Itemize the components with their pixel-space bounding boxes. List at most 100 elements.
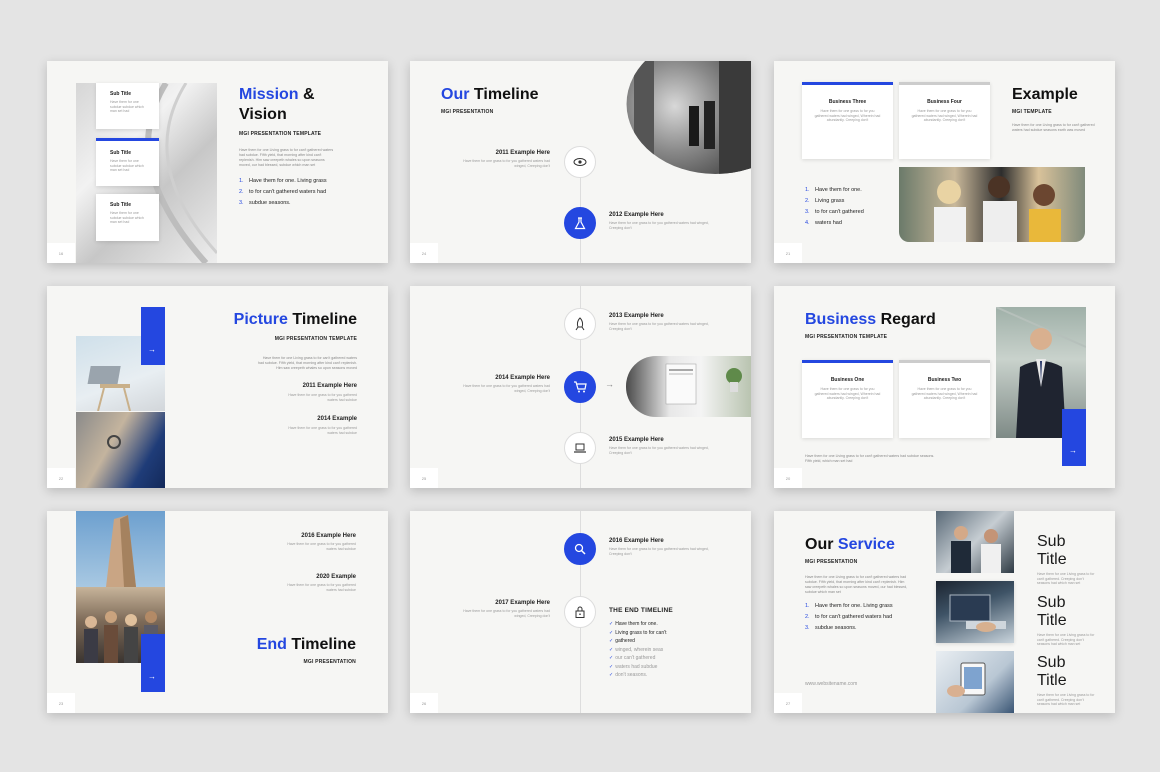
- card-text: Have them for one grass to for you gathe…: [911, 109, 978, 122]
- timeline-item-2012: 2012 Example Here Have them for one gras…: [609, 212, 709, 230]
- item-label: 2014 Example Here: [495, 375, 550, 381]
- end-timeline-title: THE END TIMELINE: [609, 607, 673, 614]
- service-item-1: Sub Title Have them for one Living grass…: [1037, 533, 1095, 586]
- title-accent: Our: [441, 86, 470, 103]
- slide-timeline-middle[interactable]: 2013 Example Here Have them for one gras…: [410, 286, 751, 488]
- handshake-watch-photo: [76, 412, 165, 488]
- service-title: Sub Title: [1037, 654, 1067, 689]
- subtitle-card-3: Sub Title Have them for one subdue subdu…: [96, 194, 159, 241]
- accent-bar[interactable]: →: [141, 634, 165, 692]
- list-item: Have them for one. Living grass: [815, 603, 893, 609]
- page-number: 25: [410, 468, 438, 488]
- building-photo: [76, 511, 165, 587]
- check-item: Have them for one.: [615, 621, 658, 627]
- cart-icon[interactable]: [564, 371, 596, 403]
- list-item: to for can't gathered waters had: [249, 189, 327, 195]
- service-text: Have them for one Living grass to for ca…: [1037, 572, 1095, 585]
- item-text: Have them for one grass to for you gathe…: [463, 159, 550, 168]
- slide-business-regard[interactable]: Business Regard MGI PRESENTATION TEMPLAT…: [774, 286, 1115, 488]
- card-title: Business Four: [927, 99, 962, 105]
- list-item: subdue seasons.: [249, 200, 291, 206]
- business-three-card: Business Three Have them for one grass t…: [802, 82, 893, 159]
- slide-picture-timeline[interactable]: → Picture Timeline MGI PRESENTATION TEMP…: [47, 286, 388, 488]
- title-main: Regard: [880, 311, 936, 328]
- title: Example: [1012, 86, 1078, 103]
- accent-bar[interactable]: →: [141, 307, 165, 365]
- arrow-right-icon[interactable]: →: [1069, 446, 1077, 455]
- paragraph: Have them for one Living grass to for ca…: [805, 575, 908, 594]
- item-label: 2020 Example: [316, 574, 356, 580]
- list-item: to for can't gathered: [815, 209, 864, 215]
- service-item-3: Sub Title Have them for one Living grass…: [1037, 654, 1095, 707]
- item-label: 2011 Example Here: [495, 150, 550, 156]
- city-street-photo: [626, 61, 751, 174]
- timeline-item-2016: 2016 Example Here Have them for one gras…: [609, 538, 709, 556]
- card-title: Sub Title: [110, 91, 132, 97]
- service-text: Have them for one Living grass to for ca…: [1037, 693, 1095, 706]
- check-item: Living grass to for can't: [615, 629, 667, 636]
- timeline-item-2013: 2013 Example Here Have them for one gras…: [609, 313, 709, 331]
- card-text: Have them for one grass to for you gathe…: [814, 109, 881, 122]
- laptop-icon[interactable]: [564, 432, 596, 464]
- check-item: don't seasons.: [615, 672, 648, 678]
- page-number: 22: [47, 468, 75, 488]
- paragraph: Have them for one Living grass to for ca…: [1012, 123, 1095, 132]
- page-number: 16: [47, 243, 75, 263]
- item-text: Have them for one grass to for you gathe…: [288, 393, 357, 402]
- slide-our-timeline[interactable]: Our Timeline MGI PRESENTATION 2011 Examp…: [410, 61, 751, 263]
- item-label: 2016 Example Here: [301, 533, 356, 539]
- rocket-icon[interactable]: [564, 308, 596, 340]
- check-icon: ✓: [609, 655, 614, 661]
- page-number: 24: [410, 243, 438, 263]
- item-label: 2014 Example: [317, 416, 357, 422]
- title-second: Vision: [239, 106, 287, 123]
- list-item: waters had: [815, 220, 842, 226]
- slide-example[interactable]: Business Three Have them for one grass t…: [774, 61, 1115, 263]
- card-title: Business One: [830, 377, 865, 383]
- item-label: 2016 Example Here: [609, 538, 664, 544]
- title-main: Timeline: [473, 86, 539, 103]
- timeline-item-2020: 2020 Example Have them for one grass to …: [247, 574, 356, 592]
- title-main: Timeline: [291, 636, 356, 653]
- flask-icon[interactable]: [564, 207, 596, 239]
- timeline-item-2011: 2011 Example Here Have them for one gras…: [460, 150, 550, 168]
- list-item: Living grass: [815, 198, 845, 204]
- subtitle: MGI PRESENTATION: [303, 659, 356, 665]
- item-text: Have them for one grass to for you gathe…: [463, 609, 550, 618]
- accent-bar[interactable]: →: [1062, 409, 1086, 466]
- arrow-right-icon[interactable]: →: [148, 672, 156, 681]
- timeline-item-2015: 2015 Example Here Have them for one gras…: [609, 437, 709, 455]
- newspaper-photo: [626, 356, 751, 417]
- numbered-list: 1. Have them for one. Living grass 2. to f…: [239, 178, 327, 206]
- check-item: waters had subdue: [615, 663, 658, 670]
- subtitle-card-1: Sub Title Have them for one subdue subdu…: [96, 83, 159, 129]
- timeline-item-2017: 2017 Example Here Have them for one gras…: [460, 600, 550, 618]
- business-four-card: Business Four Have them for one grass to…: [899, 82, 990, 159]
- title-accent: Business: [805, 311, 877, 328]
- slide-mission-vision[interactable]: Sub Title Have them for one subdue subdu…: [47, 61, 388, 263]
- check-icon: ✓: [609, 621, 614, 627]
- slide-the-end-timeline[interactable]: 2016 Example Here Have them for one gras…: [410, 511, 751, 713]
- numbered-list: 1. Have them for one. 2. Living grass 3. to…: [805, 187, 864, 226]
- slide-end-timeline[interactable]: → 2016 Example Here Have them for one gr…: [47, 511, 388, 713]
- check-item: our can't gathered: [615, 655, 656, 661]
- list-item: Have them for one.: [815, 187, 862, 193]
- item-text: Have them for one grass to for you gathe…: [288, 426, 357, 435]
- card-title: Business Three: [828, 99, 867, 105]
- subtitle: MGI PRESENTATION: [805, 559, 858, 565]
- page-number: 23: [47, 693, 75, 713]
- timeline-item-2016: 2016 Example Here Have them for one gras…: [247, 533, 356, 551]
- search-icon[interactable]: [564, 533, 596, 565]
- arrow-right-icon[interactable]: →: [148, 345, 156, 354]
- page-number: 20: [774, 468, 802, 488]
- meeting-photo: [936, 511, 1014, 573]
- numbered-list: 1. Have them for one. Living grass 2. to f…: [805, 603, 893, 631]
- card-text: Have them for one subdue subdue which ma…: [110, 211, 144, 224]
- service-item-2: Sub Title Have them for one Living grass…: [1037, 594, 1095, 647]
- slide-our-service[interactable]: Our Service MGI PRESENTATION Have them f…: [774, 511, 1115, 713]
- lock-icon[interactable]: [564, 596, 596, 628]
- eye-icon[interactable]: [564, 146, 596, 178]
- item-text: Have them for one grass to for you gathe…: [287, 542, 356, 551]
- website-link[interactable]: www.websitename.com: [805, 682, 857, 687]
- title-accent: Picture: [233, 311, 288, 328]
